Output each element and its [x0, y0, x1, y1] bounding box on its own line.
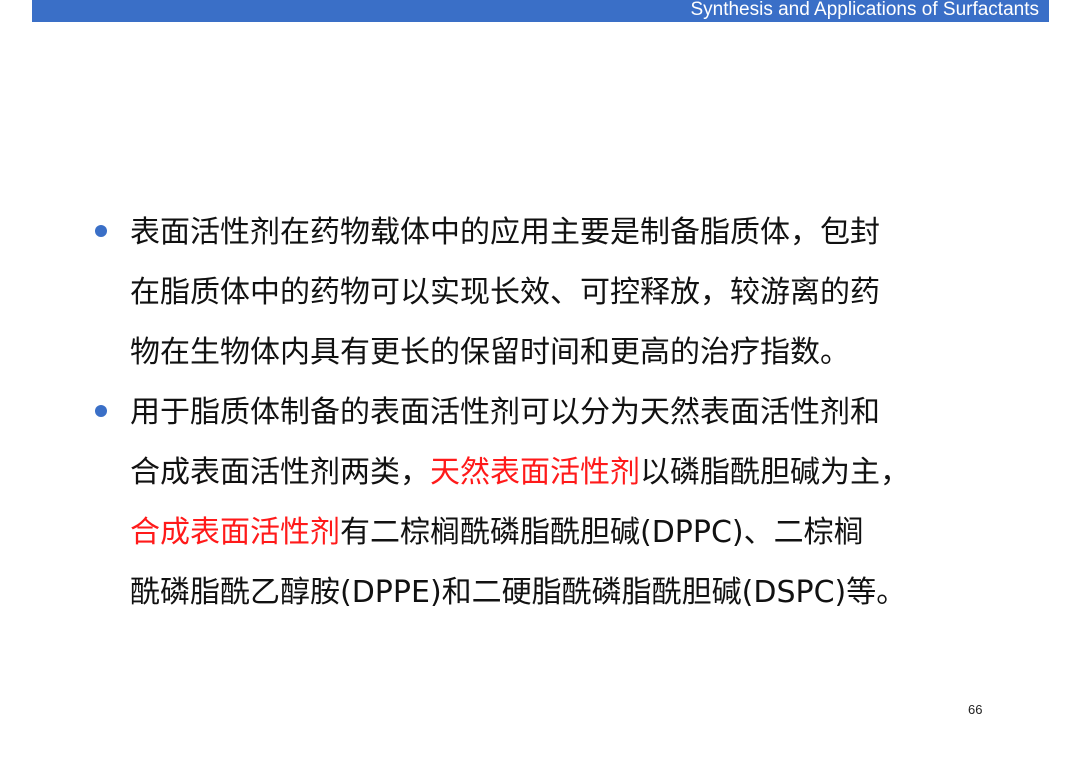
bullet-item: 表面活性剂在药物载体中的应用主要是制备脂质体，包封 在脂质体中的药物可以实现长效… — [90, 203, 1000, 383]
header-bar: Synthesis and Applications of Surfactant… — [32, 0, 1049, 22]
bullet-item: 用于脂质体制备的表面活性剂可以分为天然表面活性剂和 合成表面活性剂两类，天然表面… — [90, 383, 1000, 623]
bullet-line: 物在生物体内具有更长的保留时间和更高的治疗指数。 — [130, 335, 850, 370]
bullet-dot-icon — [95, 225, 107, 237]
bullet-line: 表面活性剂在药物载体中的应用主要是制备脂质体，包封 — [130, 215, 880, 250]
bullet-line: 用于脂质体制备的表面活性剂可以分为天然表面活性剂和 — [130, 395, 880, 430]
header-title: Synthesis and Applications of Surfactant… — [690, 0, 1039, 20]
bullet-line: 合成表面活性剂两类，天然表面活性剂以磷脂酰胆碱为主， — [130, 443, 1000, 503]
text-segment: 以磷脂酰胆碱为主， — [640, 455, 910, 490]
bullet-line: 酰磷脂酰乙醇胺(DPPE)和二硬脂酰磷脂酰胆碱(DSPC)等。 — [130, 575, 907, 610]
bullet-line: 合成表面活性剂有二棕榈酰磷脂酰胆碱(DPPC)、二棕榈 — [130, 503, 1000, 563]
highlight-natural-surfactant: 天然表面活性剂 — [430, 455, 640, 490]
text-segment: 合成表面活性剂两类， — [130, 455, 430, 490]
slide-content: 表面活性剂在药物载体中的应用主要是制备脂质体，包封 在脂质体中的药物可以实现长效… — [90, 203, 1000, 623]
bullet-dot-icon — [95, 405, 107, 417]
page-number: 66 — [968, 702, 983, 717]
highlight-synthetic-surfactant: 合成表面活性剂 — [130, 515, 340, 550]
text-segment: 有二棕榈酰磷脂酰胆碱(DPPC)、二棕榈 — [340, 515, 864, 550]
bullet-line: 在脂质体中的药物可以实现长效、可控释放，较游离的药 — [130, 275, 880, 310]
